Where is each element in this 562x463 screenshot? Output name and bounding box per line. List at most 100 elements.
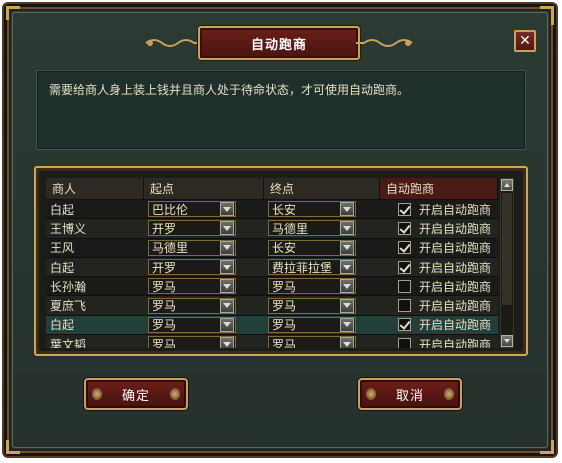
chevron-down-icon[interactable] xyxy=(340,240,354,255)
scroll-down-button[interactable] xyxy=(501,335,513,347)
table-header: 商人 起点 终点 自动跑商 xyxy=(46,178,498,200)
auto-trade-checkbox[interactable] xyxy=(398,279,411,293)
end-city-dropdown[interactable]: 费拉菲拉堡 xyxy=(268,259,356,276)
arrow-up-icon xyxy=(504,183,510,187)
confirm-button[interactable]: 确定 xyxy=(84,378,188,410)
frame-corner xyxy=(6,440,20,454)
end-city-dropdown[interactable]: 长安 xyxy=(268,239,356,256)
dropdown-triangle xyxy=(223,283,231,289)
end-city-dropdown[interactable]: 罗马 xyxy=(268,336,356,348)
start-city-value: 罗马 xyxy=(152,318,177,333)
scroll-thumb[interactable] xyxy=(502,193,512,305)
auto-trade-checkbox[interactable] xyxy=(398,241,411,255)
start-city-dropdown[interactable]: 开罗 xyxy=(148,220,236,237)
close-button[interactable]: ✕ xyxy=(514,30,536,52)
end-cell: 长安 xyxy=(264,200,380,218)
end-city-dropdown[interactable]: 马德里 xyxy=(268,220,356,237)
table-row[interactable]: 夏庶飞 罗马 罗马 开启自动跑商 xyxy=(46,296,498,316)
auto-trade-label: 开启自动跑商 xyxy=(419,279,492,294)
chevron-down-icon[interactable] xyxy=(340,317,354,332)
frame-corner xyxy=(6,6,20,20)
chevron-down-icon[interactable] xyxy=(340,298,354,313)
start-city-dropdown[interactable]: 罗马 xyxy=(148,278,236,295)
close-icon: ✕ xyxy=(519,33,531,49)
header-end: 终点 xyxy=(264,178,380,199)
end-city-dropdown[interactable]: 罗马 xyxy=(268,297,356,314)
auto-trade-checkbox[interactable] xyxy=(398,337,411,348)
end-city-value: 罗马 xyxy=(272,279,297,294)
end-city-value: 罗马 xyxy=(272,299,297,314)
auto-trade-cell: 开启自动跑商 xyxy=(380,335,498,348)
table-row[interactable]: 王博义 开罗 马德里 开启自动跑商 xyxy=(46,219,498,239)
dropdown-triangle xyxy=(223,245,231,251)
notice-panel: 需要给商人身上装上钱并且商人处于待命状态，才可使用自动跑商。 xyxy=(36,70,526,150)
merchant-table-panel: 商人 起点 终点 自动跑商 白起 巴比伦 长安 开启自动跑商 王博义 开罗 马德里 开启自动跑… xyxy=(34,166,528,356)
chevron-down-icon[interactable] xyxy=(220,298,234,313)
dropdown-triangle xyxy=(223,264,231,270)
start-city-value: 罗马 xyxy=(152,299,177,314)
table-row[interactable]: 长孙瀚 罗马 罗马 开启自动跑商 xyxy=(46,277,498,297)
table-scrollbar[interactable] xyxy=(500,178,514,348)
chevron-down-icon[interactable] xyxy=(220,337,234,348)
chevron-down-icon[interactable] xyxy=(340,260,354,275)
table-row[interactable]: 葉文韬 罗马 罗马 开启自动跑商 xyxy=(46,335,498,348)
auto-trade-checkbox[interactable] xyxy=(398,260,411,274)
auto-trade-label: 开启自动跑商 xyxy=(419,299,492,314)
arrow-down-icon xyxy=(504,339,510,343)
cancel-button[interactable]: 取消 xyxy=(358,378,462,410)
chevron-down-icon[interactable] xyxy=(340,279,354,294)
button-stud xyxy=(92,388,102,400)
confirm-button-label: 确定 xyxy=(121,388,150,404)
auto-trade-cell: 开启自动跑商 xyxy=(380,239,498,257)
dropdown-triangle xyxy=(223,206,231,212)
dropdown-triangle xyxy=(343,303,351,309)
chevron-down-icon[interactable] xyxy=(220,260,234,275)
cancel-button-label: 取消 xyxy=(395,388,424,404)
end-cell: 罗马 xyxy=(264,277,380,295)
chevron-down-icon[interactable] xyxy=(340,202,354,217)
table-row[interactable]: 白起 罗马 罗马 开启自动跑商 xyxy=(46,315,498,336)
chevron-down-icon[interactable] xyxy=(340,337,354,348)
table-row[interactable]: 王风 马德里 长安 开启自动跑商 xyxy=(46,239,498,258)
auto-trade-label: 开启自动跑商 xyxy=(419,260,492,275)
start-city-dropdown[interactable]: 马德里 xyxy=(148,239,236,256)
start-city-dropdown[interactable]: 罗马 xyxy=(148,336,236,348)
end-cell: 罗马 xyxy=(264,296,380,314)
end-city-dropdown[interactable]: 罗马 xyxy=(268,278,356,295)
auto-trade-checkbox[interactable] xyxy=(398,202,411,216)
auto-trade-checkbox[interactable] xyxy=(398,221,411,235)
chevron-down-icon[interactable] xyxy=(220,202,234,217)
button-stud xyxy=(366,388,376,400)
merchant-name: 夏庶飞 xyxy=(50,299,87,314)
start-cell: 罗马 xyxy=(144,335,264,348)
chevron-down-icon[interactable] xyxy=(220,317,234,332)
start-city-dropdown[interactable]: 巴比伦 xyxy=(148,201,236,218)
merchant-table: 商人 起点 终点 自动跑商 白起 巴比伦 长安 开启自动跑商 王博义 开罗 马德里 开启自动跑… xyxy=(46,178,498,348)
frame-corner xyxy=(540,6,554,26)
end-city-dropdown[interactable]: 长安 xyxy=(268,201,356,218)
chevron-down-icon[interactable] xyxy=(220,279,234,294)
merchant-name: 白起 xyxy=(50,318,75,333)
start-city-value: 马德里 xyxy=(152,241,189,256)
start-city-dropdown[interactable]: 罗马 xyxy=(148,297,236,314)
dropdown-triangle xyxy=(223,303,231,309)
table-row[interactable]: 白起 巴比伦 长安 开启自动跑商 xyxy=(46,200,498,220)
notice-text: 需要给商人身上装上钱并且商人处于待命状态，才可使用自动跑商。 xyxy=(49,83,410,97)
auto-trade-cell: 开启自动跑商 xyxy=(380,296,498,314)
end-cell: 罗马 xyxy=(264,316,380,334)
start-city-dropdown[interactable]: 罗马 xyxy=(148,316,236,333)
merchant-name: 王博义 xyxy=(50,221,87,236)
end-city-dropdown[interactable]: 罗马 xyxy=(268,316,356,333)
dropdown-triangle xyxy=(343,264,351,270)
auto-trade-label: 开启自动跑商 xyxy=(419,318,492,333)
start-city-dropdown[interactable]: 开罗 xyxy=(148,259,236,276)
chevron-down-icon[interactable] xyxy=(220,221,234,236)
chevron-down-icon[interactable] xyxy=(220,240,234,255)
auto-trade-checkbox[interactable] xyxy=(398,318,411,332)
auto-trade-checkbox[interactable] xyxy=(398,299,411,313)
table-row[interactable]: 白起 开罗 费拉菲拉堡 开启自动跑商 xyxy=(46,257,498,278)
end-city-value: 马德里 xyxy=(272,221,309,236)
start-cell: 马德里 xyxy=(144,239,264,257)
chevron-down-icon[interactable] xyxy=(340,221,354,236)
scroll-up-button[interactable] xyxy=(501,179,513,191)
